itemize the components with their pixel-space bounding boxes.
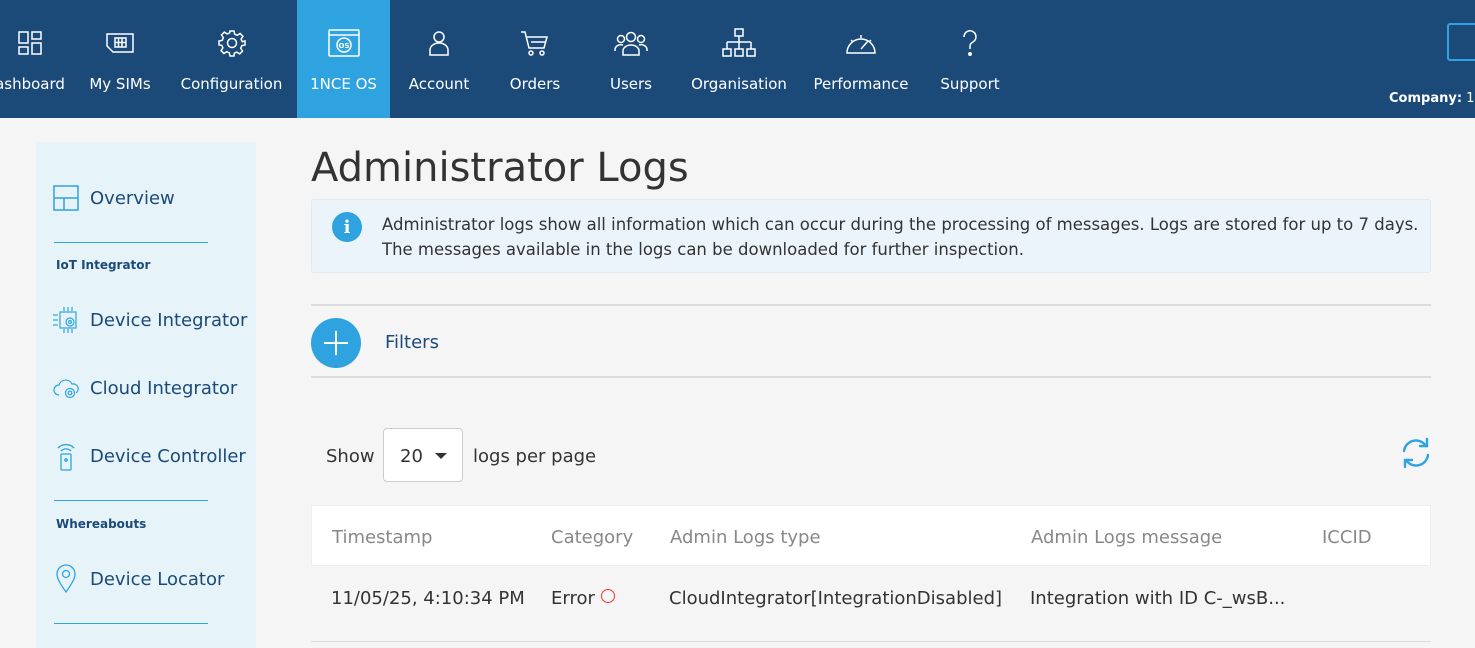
nav-support[interactable]: Support	[935, 0, 1005, 118]
chip-gear-icon	[52, 306, 80, 334]
logs-per-page-label: logs per page	[473, 446, 597, 467]
chevron-down-icon	[435, 453, 447, 459]
logs-table: Timestamp Category Admin Logs type Admin…	[311, 505, 1431, 642]
column-header-message[interactable]: Admin Logs message	[1031, 527, 1222, 548]
info-box: i Administrator logs show all informatio…	[311, 199, 1431, 273]
user-icon	[427, 28, 451, 58]
header-action-button[interactable]	[1447, 23, 1475, 61]
cell-message: Integration with ID C-_wsB...	[1030, 588, 1286, 609]
os-window-icon: OS	[327, 28, 361, 58]
dashboard-icon	[17, 28, 43, 58]
nav-my-sims[interactable]: My SIMs	[80, 0, 160, 118]
filters-bar: Filters	[311, 304, 1431, 378]
company-info: Company: 1N	[1389, 91, 1475, 106]
sidebar-section-iot: IoT Integrator	[56, 258, 151, 272]
nav-account[interactable]: Account	[404, 0, 474, 118]
nav-label: Orders	[509, 75, 561, 93]
info-icon: i	[332, 212, 362, 242]
nav-configuration[interactable]: Configuration	[176, 0, 287, 118]
sidebar-section-whereabouts: Whereabouts	[56, 517, 147, 531]
nav-1nce-os[interactable]: OS 1NCE OS	[297, 0, 390, 118]
sidebar-item-label: Device Locator	[90, 568, 225, 590]
cell-type: CloudIntegrator[IntegrationDisabled]	[669, 588, 1003, 609]
cell-category: Error	[551, 588, 615, 609]
remote-control-icon	[52, 442, 80, 471]
column-header-timestamp[interactable]: Timestamp	[332, 527, 432, 548]
gear-icon	[217, 28, 246, 58]
org-chart-icon	[722, 28, 756, 58]
per-page-select[interactable]: 20	[383, 428, 463, 482]
page-title: Administrator Logs	[311, 145, 689, 191]
sidebar-item-device-integrator[interactable]: Device Integrator	[52, 306, 247, 334]
nav-label: Users	[609, 75, 652, 93]
sidebar-item-device-controller[interactable]: Device Controller	[52, 442, 246, 471]
nav-label: Configuration	[180, 75, 283, 93]
per-page-value: 20	[400, 446, 423, 467]
error-status-icon	[600, 589, 615, 603]
svg-text:OS: OS	[338, 42, 349, 50]
sidebar-item-label: Cloud Integrator	[90, 377, 238, 399]
nav-orders[interactable]: Orders	[500, 0, 570, 118]
sidebar-item-cloud-integrator[interactable]: Cloud Integrator	[52, 374, 237, 402]
refresh-icon[interactable]	[1399, 436, 1433, 470]
nav-label: ashboard	[0, 75, 65, 93]
nav-label: Support	[940, 75, 1000, 93]
speedometer-icon	[844, 28, 878, 58]
layout-icon	[52, 184, 80, 212]
sidebar: Overview IoT Integrator Device Integrato…	[36, 142, 256, 648]
company-label: Company:	[1389, 91, 1463, 106]
sidebar-item-device-locator[interactable]: Device Locator	[52, 564, 225, 594]
table-row[interactable]: 11/05/25, 4:10:34 PM Error CloudIntegrat…	[311, 566, 1431, 642]
cart-icon	[520, 28, 550, 58]
column-header-iccid[interactable]: ICCID	[1322, 527, 1372, 548]
nav-performance[interactable]: Performance	[810, 0, 912, 118]
sidebar-item-label: Overview	[90, 187, 175, 209]
show-label: Show	[326, 446, 375, 467]
nav-organisation[interactable]: Organisation	[688, 0, 790, 118]
sidebar-item-overview[interactable]: Overview	[52, 184, 175, 212]
table-header: Timestamp Category Admin Logs type Admin…	[311, 505, 1431, 566]
column-header-category[interactable]: Category	[551, 527, 633, 548]
nav-dashboard[interactable]: ashboard	[0, 0, 65, 118]
sidebar-item-label: Device Controller	[90, 445, 246, 467]
nav-label: Account	[408, 75, 470, 93]
info-text: Administrator logs show all information …	[382, 215, 1419, 259]
sidebar-divider	[54, 242, 208, 243]
map-pin-icon	[52, 564, 80, 594]
category-text: Error	[551, 588, 595, 609]
users-icon	[614, 28, 648, 58]
nav-label: Performance	[813, 75, 909, 93]
sidebar-divider	[54, 500, 208, 501]
nav-label: 1NCE OS	[310, 75, 377, 93]
column-header-type[interactable]: Admin Logs type	[670, 527, 821, 548]
nav-label: My SIMs	[89, 75, 151, 93]
nav-label: Organisation	[691, 75, 787, 93]
filters-label[interactable]: Filters	[385, 332, 439, 353]
top-navigation: ashboard My SIMs Configuration OS 1NCE O…	[0, 0, 1475, 118]
sidebar-item-label: Device Integrator	[90, 309, 248, 331]
question-icon	[960, 28, 980, 58]
cell-timestamp: 11/05/25, 4:10:34 PM	[331, 588, 525, 609]
sidebar-divider	[54, 623, 208, 624]
company-value: 1N	[1466, 91, 1475, 106]
nav-users[interactable]: Users	[596, 0, 666, 118]
sim-icon	[105, 28, 135, 58]
add-filter-button[interactable]	[311, 318, 361, 368]
cloud-gear-icon	[52, 374, 80, 402]
